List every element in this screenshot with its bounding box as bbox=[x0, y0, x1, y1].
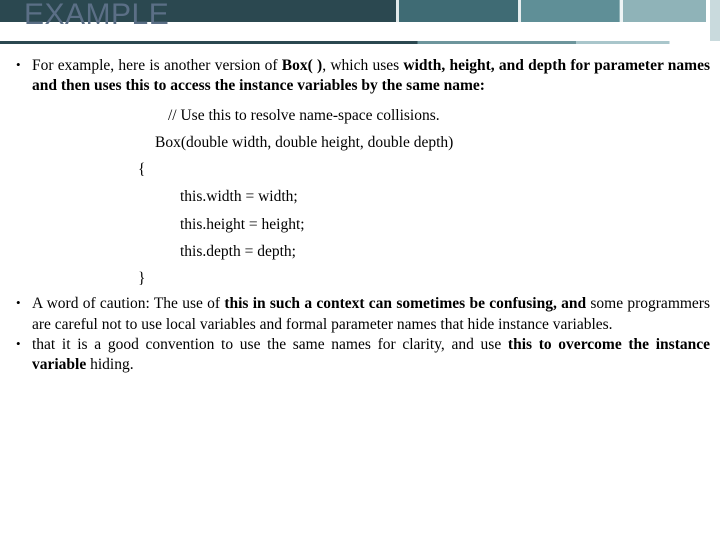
code-block: // Use this to resolve name-space collis… bbox=[0, 102, 720, 293]
bullet-text-1a: For example, here is another version of bbox=[32, 57, 282, 74]
header-right-accent-gap bbox=[706, 0, 710, 43]
bullet-text-2a: A word of caution: The use of bbox=[32, 295, 225, 313]
header-band-stripe bbox=[396, 0, 399, 22]
bullet-text-1b: Box( ) bbox=[281, 57, 323, 74]
code-line-assign-width: this.width = width; bbox=[180, 188, 298, 206]
bullet-text-1c: , which uses bbox=[322, 57, 404, 74]
bullet-text-3a: that it is a good convention to use the … bbox=[32, 336, 508, 354]
code-line-assign-height: this.height = height; bbox=[180, 215, 305, 233]
header-right-accent bbox=[710, 0, 720, 43]
bullet-item-2: A word of caution: The use of this in su… bbox=[0, 294, 710, 335]
title-underline bbox=[0, 41, 720, 44]
bullet-text-2b: this in such a context can sometimes be … bbox=[224, 295, 587, 313]
code-line-signature: Box(double width, double height, double … bbox=[155, 133, 454, 151]
code-line-assign-depth: this.depth = depth; bbox=[180, 242, 296, 260]
bullet-list: For example, here is another version of … bbox=[0, 56, 720, 376]
page-title: EXAMPLE bbox=[24, 0, 170, 31]
code-line-close-brace: } bbox=[138, 270, 146, 288]
code-line-open-brace: { bbox=[138, 161, 146, 179]
slide-content: For example, here is another version of … bbox=[0, 56, 720, 376]
bullet-item-3: that it is a good convention to use the … bbox=[0, 335, 710, 376]
header-band-stripe bbox=[518, 0, 521, 22]
header-band-stripe bbox=[620, 0, 623, 22]
code-line-comment: // Use this to resolve name-space collis… bbox=[168, 106, 440, 124]
bullet-item-1: For example, here is another version of … bbox=[0, 56, 710, 97]
slide: EXAMPLE For example, here is another ver… bbox=[0, 0, 720, 540]
bullet-text-3c: hiding. bbox=[86, 356, 134, 374]
